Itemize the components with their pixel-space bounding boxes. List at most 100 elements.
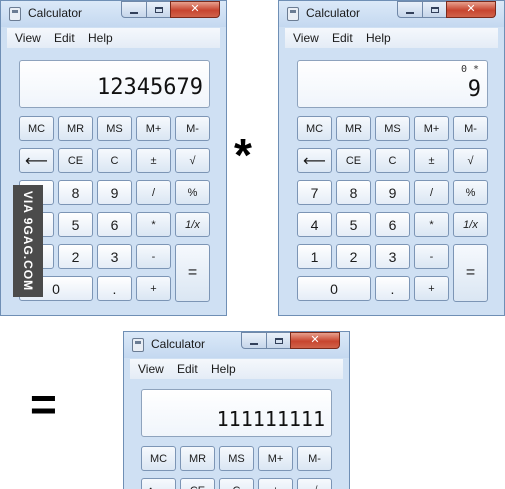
minimize-icon <box>250 342 258 345</box>
minimize-button[interactable] <box>121 1 147 18</box>
result-display: 111111111 <box>141 389 332 437</box>
calculator-icon <box>287 7 299 21</box>
close-icon: ✕ <box>310 334 320 346</box>
plus-minus-button[interactable]: ± <box>258 478 293 489</box>
percent-button[interactable]: % <box>175 180 210 205</box>
clear-button[interactable]: C <box>97 148 132 173</box>
sqrt-button[interactable]: √ <box>297 478 332 489</box>
maximize-button[interactable] <box>146 1 171 18</box>
decimal-button[interactable]: . <box>375 276 410 301</box>
digit-6-button[interactable]: 6 <box>375 212 410 237</box>
close-icon: ✕ <box>190 3 200 15</box>
backspace-button[interactable]: ⟵ <box>297 148 332 173</box>
title-bar: Calculator ✕ <box>279 1 504 27</box>
title-bar: Calculator ✕ <box>124 332 349 358</box>
digit-4-button[interactable]: 4 <box>297 212 332 237</box>
reciprocal-button[interactable]: 1/x <box>453 212 488 237</box>
m-plus-button[interactable]: M+ <box>414 116 449 141</box>
digit-9-button[interactable]: 9 <box>375 180 410 205</box>
divide-button[interactable]: / <box>136 180 171 205</box>
digit-1-button[interactable]: 1 <box>297 244 332 269</box>
backspace-button[interactable]: ⟵ <box>19 148 54 173</box>
add-button[interactable]: + <box>136 276 171 301</box>
watermark: VIA 9GAG.COM <box>13 185 43 297</box>
digit-7-button[interactable]: 7 <box>297 180 332 205</box>
subtract-button[interactable]: - <box>414 244 449 269</box>
menu-bar: View Edit Help <box>7 28 220 48</box>
menu-view[interactable]: View <box>138 362 164 376</box>
maximize-icon <box>430 6 439 13</box>
window-title: Calculator <box>306 6 361 20</box>
minimize-icon <box>130 11 138 14</box>
mc-button[interactable]: MC <box>19 116 54 141</box>
menu-help[interactable]: Help <box>211 362 236 376</box>
plus-minus-button[interactable]: ± <box>414 148 449 173</box>
memory-expression: 0 * <box>460 64 479 75</box>
menu-help[interactable]: Help <box>88 31 113 45</box>
ms-button[interactable]: MS <box>219 446 254 471</box>
mc-button[interactable]: MC <box>297 116 332 141</box>
ce-button[interactable]: CE <box>336 148 371 173</box>
digit-3-button[interactable]: 3 <box>97 244 132 269</box>
m-minus-button[interactable]: M- <box>453 116 488 141</box>
reciprocal-button[interactable]: 1/x <box>175 212 210 237</box>
maximize-button[interactable] <box>266 332 291 349</box>
backspace-button[interactable]: ⟵ <box>141 478 176 489</box>
mc-button[interactable]: MC <box>141 446 176 471</box>
ms-button[interactable]: MS <box>375 116 410 141</box>
digit-2-button[interactable]: 2 <box>58 244 93 269</box>
multiply-button[interactable]: * <box>414 212 449 237</box>
sqrt-button[interactable]: √ <box>453 148 488 173</box>
digit-5-button[interactable]: 5 <box>336 212 371 237</box>
menu-bar: View Edit Help <box>285 28 498 48</box>
menu-edit[interactable]: Edit <box>332 31 353 45</box>
digit-8-button[interactable]: 8 <box>336 180 371 205</box>
mr-button[interactable]: MR <box>58 116 93 141</box>
close-button[interactable]: ✕ <box>446 1 496 18</box>
menu-view[interactable]: View <box>293 31 319 45</box>
m-minus-button[interactable]: M- <box>175 116 210 141</box>
clear-button[interactable]: C <box>219 478 254 489</box>
digit-5-button[interactable]: 5 <box>58 212 93 237</box>
minimize-button[interactable] <box>241 332 267 349</box>
menu-edit[interactable]: Edit <box>54 31 75 45</box>
ce-button[interactable]: CE <box>180 478 215 489</box>
m-minus-button[interactable]: M- <box>297 446 332 471</box>
ms-button[interactable]: MS <box>97 116 132 141</box>
equals-button[interactable]: = <box>453 244 488 302</box>
plus-minus-button[interactable]: ± <box>136 148 171 173</box>
sqrt-button[interactable]: √ <box>175 148 210 173</box>
digit-2-button[interactable]: 2 <box>336 244 371 269</box>
display-value: 12345679 <box>97 75 203 100</box>
menu-view[interactable]: View <box>15 31 41 45</box>
subtract-button[interactable]: - <box>136 244 171 269</box>
maximize-icon <box>274 337 283 344</box>
m-plus-button[interactable]: M+ <box>136 116 171 141</box>
decimal-button[interactable]: . <box>97 276 132 301</box>
ce-button[interactable]: CE <box>58 148 93 173</box>
menu-help[interactable]: Help <box>366 31 391 45</box>
m-plus-button[interactable]: M+ <box>258 446 293 471</box>
maximize-button[interactable] <box>422 1 447 18</box>
digit-9-button[interactable]: 9 <box>97 180 132 205</box>
percent-button[interactable]: % <box>453 180 488 205</box>
digit-0-button[interactable]: 0 <box>297 276 371 301</box>
close-button[interactable]: ✕ <box>170 1 220 18</box>
digit-8-button[interactable]: 8 <box>58 180 93 205</box>
calculator-icon <box>132 338 144 352</box>
maximize-icon <box>154 6 163 13</box>
digit-6-button[interactable]: 6 <box>97 212 132 237</box>
digit-3-button[interactable]: 3 <box>375 244 410 269</box>
divide-button[interactable]: / <box>414 180 449 205</box>
menu-edit[interactable]: Edit <box>177 362 198 376</box>
mr-button[interactable]: MR <box>180 446 215 471</box>
clear-button[interactable]: C <box>375 148 410 173</box>
multiply-button[interactable]: * <box>136 212 171 237</box>
result-display: 0 * 9 <box>297 60 488 108</box>
mr-button[interactable]: MR <box>336 116 371 141</box>
equals-button[interactable]: = <box>175 244 210 302</box>
watermark-text: VIA 9GAG.COM <box>21 190 35 292</box>
add-button[interactable]: + <box>414 276 449 301</box>
close-button[interactable]: ✕ <box>290 332 340 349</box>
minimize-button[interactable] <box>397 1 423 18</box>
